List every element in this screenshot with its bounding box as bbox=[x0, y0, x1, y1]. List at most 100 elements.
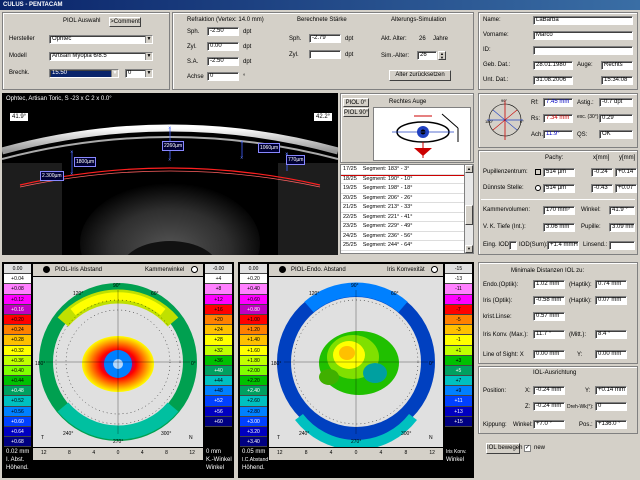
svg-text:180°: 180° bbox=[271, 361, 281, 367]
axis-tick: 12 bbox=[189, 450, 195, 456]
time-field[interactable]: 15:34:08 bbox=[601, 76, 633, 85]
scale-cell: +44 bbox=[205, 376, 232, 387]
segment-item[interactable]: 24/25 Segment: 236° - 56° bbox=[341, 232, 465, 241]
ach-value: 11.9° bbox=[543, 130, 573, 139]
name-field[interactable]: LaBarba bbox=[533, 16, 633, 25]
iris-haptik-label: (Haptik): bbox=[569, 298, 592, 304]
kipp-pos-value[interactable]: +136.0 ° bbox=[595, 420, 627, 429]
scheimpflug-image[interactable]: ✕ ✕ ✕ ✕ ✕ ✕ ✕ Ophtec, Artisan Toric, S -23 … bbox=[2, 93, 338, 255]
right-map-canvas[interactable]: 90° 270° 180° 0° 120° 60° 240° 300° N T bbox=[269, 277, 443, 450]
kerato-panel: 180° 0° 90° Rf: 7.45 mm Astig.: -0.7 dpt… bbox=[478, 93, 638, 148]
calc-sph-label: Sph. bbox=[289, 36, 302, 42]
segment-item[interactable]: 21/25 Segment: 213° - 33° bbox=[341, 203, 465, 213]
segment-item[interactable]: 25/25 Segment: 244° - 64° bbox=[341, 241, 465, 251]
chevron-down-icon[interactable]: ▼ bbox=[145, 36, 152, 43]
svg-text:N: N bbox=[429, 435, 433, 441]
right-bottom-left-2: I.C.Abstand bbox=[242, 457, 269, 463]
unt-label: Unt. Dat.: bbox=[483, 77, 509, 83]
id-field[interactable] bbox=[533, 46, 633, 55]
iol-move-button[interactable]: IOL bewegen bbox=[486, 443, 522, 454]
z-value[interactable]: -0.24 mm bbox=[533, 402, 565, 411]
reset-age-button[interactable]: Alter zurücksetzen bbox=[389, 70, 451, 81]
geb-field[interactable]: 28.01.1980 bbox=[533, 61, 573, 70]
meas-label-1: 2.300µm bbox=[40, 171, 64, 181]
scale-cell: +16 bbox=[205, 304, 232, 315]
brechk-select[interactable]: 15.50 ▼ bbox=[49, 69, 119, 78]
astig-label: Astig.: bbox=[577, 100, 594, 106]
ref-zyl-input[interactable]: 0.00 bbox=[207, 42, 239, 51]
scroll-up-button[interactable]: ▲ bbox=[465, 165, 473, 173]
comment-button[interactable]: >Comment bbox=[109, 17, 141, 27]
new-checkbox[interactable]: ✓ bbox=[524, 445, 531, 452]
dreh-value[interactable]: 0 bbox=[595, 402, 627, 411]
iop-input[interactable] bbox=[509, 241, 517, 250]
sim-alter-label: Sim.-Alter: bbox=[381, 53, 410, 59]
akt-alter-label: Akt. Alter: bbox=[381, 36, 407, 42]
left-radio-icon[interactable] bbox=[43, 266, 50, 273]
scale-cell: +0.68 bbox=[4, 437, 31, 448]
segment-fraction: 22/25 bbox=[343, 213, 357, 220]
segment-item[interactable]: 20/25 Segment: 206° - 26° bbox=[341, 194, 465, 203]
vorname-field[interactable]: Marco bbox=[533, 31, 633, 40]
segment-item[interactable]: 23/25 Segment: 229° - 49° bbox=[341, 222, 465, 232]
segment-list[interactable]: 17/25 Segment: 183° - 3° 18/25 Segment: 190… bbox=[340, 164, 474, 254]
segment-item[interactable]: 17/25 Segment: 183° - 3° bbox=[341, 165, 466, 176]
ref-sph-input[interactable]: -2.50 bbox=[207, 27, 239, 36]
svg-text:300°: 300° bbox=[161, 431, 171, 437]
endo-value: 1.02 mm bbox=[533, 280, 565, 289]
segment-label: Segment: 198° - 18° bbox=[362, 185, 413, 191]
astig-value: -0.7 dpt bbox=[599, 98, 633, 107]
chevron-down-icon[interactable]: ▼ bbox=[145, 70, 152, 77]
endo-haptik: 0.74 mm bbox=[595, 280, 627, 289]
thin-icon bbox=[535, 185, 541, 191]
scale-cell: +0.44 bbox=[4, 376, 31, 387]
segment-item[interactable]: 18/25 Segment: 190° - 10° bbox=[341, 175, 465, 184]
segment-item[interactable]: 22/25 Segment: 221° - 41° bbox=[341, 213, 465, 222]
right-radio-icon[interactable] bbox=[279, 266, 286, 273]
scroll-thumb[interactable] bbox=[465, 205, 473, 225]
modell-select[interactable]: Artisan Myopia 6/8.5 ▼ bbox=[49, 52, 153, 61]
segment-scrollbar[interactable]: ▲ ▼ bbox=[464, 165, 473, 253]
unt-field[interactable]: 31.08.2006 bbox=[533, 76, 573, 85]
scale-cell: +0.60 bbox=[240, 294, 267, 305]
scroll-down-button[interactable]: ▼ bbox=[465, 245, 473, 253]
ref-achse-input[interactable]: 0 bbox=[207, 72, 239, 81]
axis-tick: 4 bbox=[92, 450, 96, 456]
axis-tick: 8 bbox=[68, 450, 71, 456]
piol90-button[interactable]: PIOL 90° bbox=[343, 108, 369, 117]
sim-alter-spin-button[interactable]: ▲ ▼ bbox=[438, 51, 446, 60]
piol0-button[interactable]: PIOL 0° bbox=[343, 98, 369, 107]
chevron-down-icon[interactable]: ▼ bbox=[111, 70, 118, 77]
pachy-panel: Pachy: x[mm] y[mm] Pupillenzentrum: 514 … bbox=[478, 150, 638, 255]
scale-cell: +56 bbox=[205, 406, 232, 417]
y-header: y[mm] bbox=[619, 155, 636, 161]
kipp-winkel-value[interactable]: +7.0 ° bbox=[533, 420, 565, 429]
auge-field[interactable]: Rechts bbox=[601, 61, 633, 70]
segment-fraction: 25/25 bbox=[343, 242, 357, 248]
svg-text:270°: 270° bbox=[113, 439, 123, 445]
x-value[interactable]: -0.24 mm bbox=[533, 386, 565, 395]
right-right-radio-icon[interactable] bbox=[431, 266, 438, 273]
segment-fraction: 18/25 bbox=[343, 175, 357, 182]
svg-text:0°: 0° bbox=[520, 119, 524, 124]
hersteller-select[interactable]: Ophtec ▼ bbox=[49, 35, 153, 44]
scale-cell: +2.60 bbox=[240, 396, 267, 407]
left-map-canvas[interactable]: 90° 270° 180° 0° 120° 60° 240° 300° N T bbox=[33, 277, 203, 447]
geb-label: Geb. Dat.: bbox=[483, 62, 511, 68]
segment-item[interactable]: 19/25 Segment: 198° - 18° bbox=[341, 184, 465, 194]
hersteller-label: Hersteller bbox=[9, 36, 35, 42]
svg-text:120°: 120° bbox=[309, 291, 319, 297]
scale-cell: +9 bbox=[445, 386, 472, 397]
scale-cell: -15 bbox=[445, 264, 472, 275]
chevron-down-icon[interactable]: ▼ bbox=[145, 53, 152, 60]
y-value[interactable]: +0.14 mm bbox=[595, 386, 627, 395]
los-x: 0.00 mm bbox=[533, 350, 565, 359]
brechk-unit-select[interactable]: 0 ▼ bbox=[125, 69, 153, 78]
kipp-winkel-label: Winkel: bbox=[513, 422, 533, 428]
svg-text:270°: 270° bbox=[351, 439, 361, 445]
left-right-radio-icon[interactable] bbox=[191, 266, 198, 273]
sim-alter-spinner[interactable]: 26 bbox=[417, 51, 437, 60]
ref-sa-input[interactable]: -2.50 bbox=[207, 57, 239, 66]
z-label: Z: bbox=[525, 404, 531, 410]
axis-tick: 8 bbox=[165, 450, 168, 456]
